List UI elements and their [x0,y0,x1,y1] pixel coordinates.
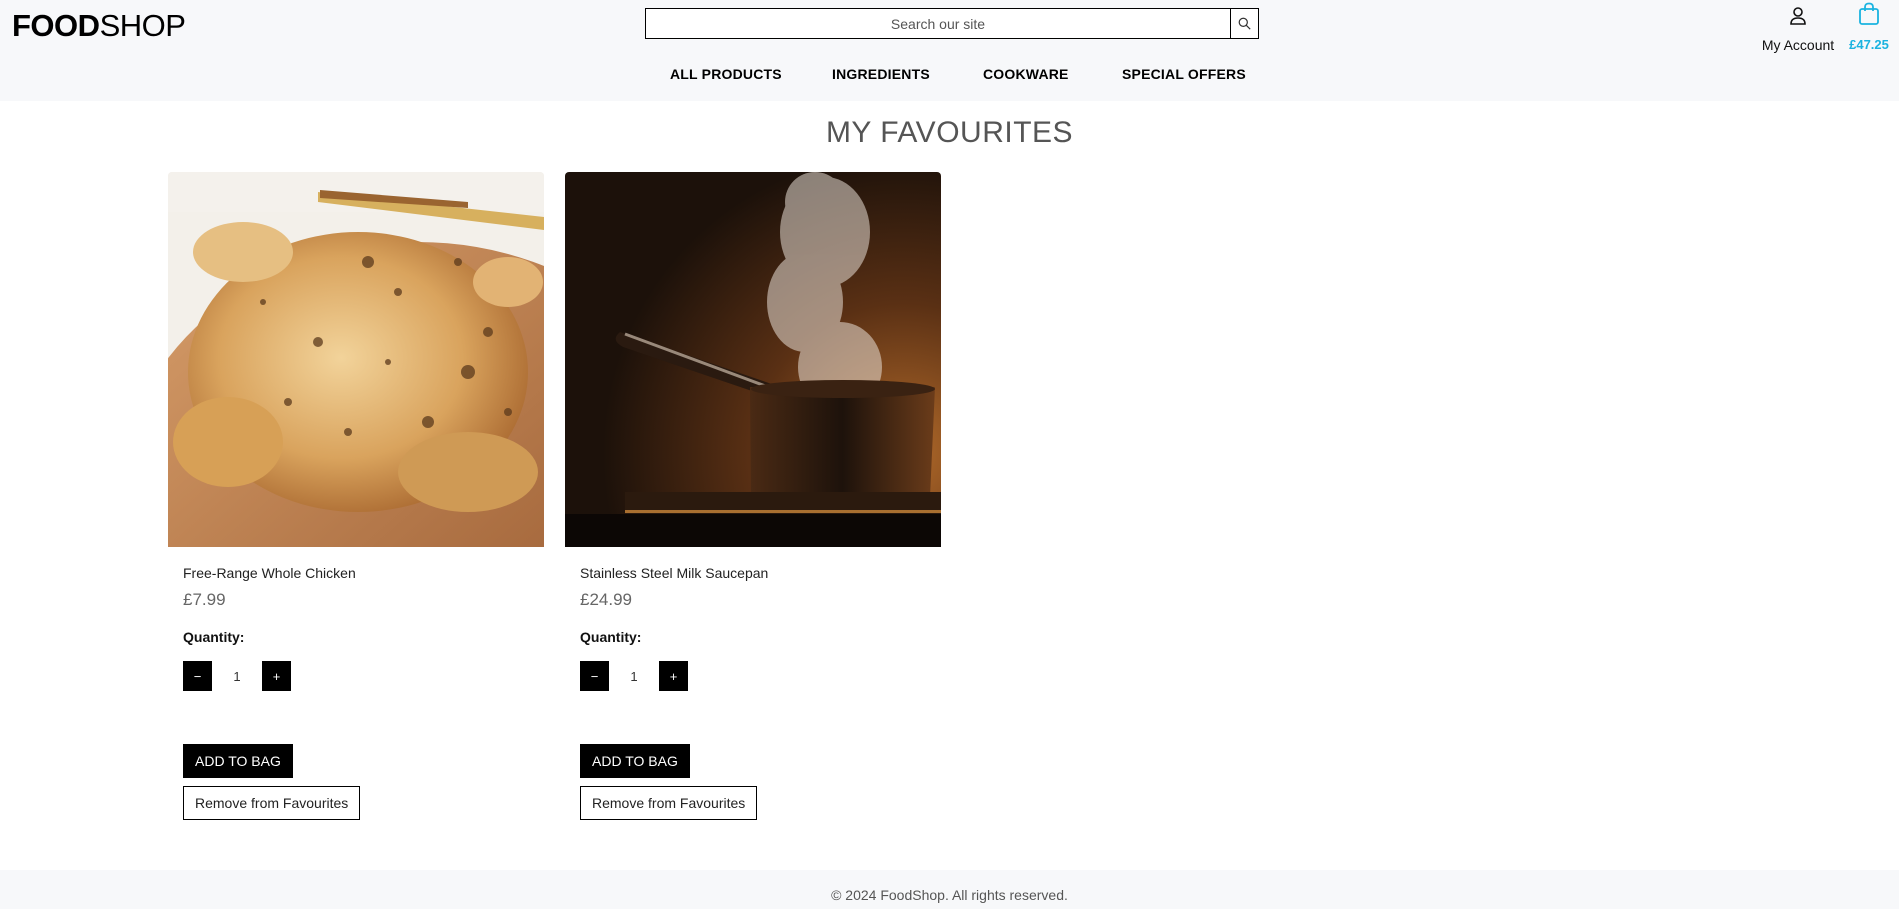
decrement-button[interactable]: − [580,661,609,691]
add-to-bag-button[interactable]: ADD TO BAG [183,744,293,778]
search-input[interactable] [646,9,1230,38]
remove-from-favourites-button[interactable]: Remove from Favourites [580,786,758,820]
decrement-button[interactable]: − [183,661,212,691]
quantity-stepper: − + [580,661,941,691]
quantity-label: Quantity: [183,629,245,645]
bag-total: £47.25 [1849,37,1889,52]
nav-cookware[interactable]: COOKWARE [983,66,1069,82]
site-footer: © 2024 FoodShop. All rights reserved. [0,870,1899,909]
increment-button[interactable]: + [262,661,291,691]
search-button[interactable] [1230,9,1258,38]
shopping-bag-link[interactable]: £47.25 [1843,2,1895,52]
nav-special-offers[interactable]: SPECIAL OFFERS [1122,66,1246,82]
product-name[interactable]: Stainless Steel Milk Saucepan [580,565,941,581]
product-info: Stainless Steel Milk Saucepan £24.99 Qua… [565,565,941,820]
remove-from-favourites-button[interactable]: Remove from Favourites [183,786,361,820]
product-price: £24.99 [580,590,632,609]
steaming-saucepan-photo [565,172,941,547]
nav-ingredients[interactable]: INGREDIENTS [832,66,930,82]
product-price: £7.99 [183,590,226,609]
product-image[interactable] [168,172,544,547]
add-to-bag-button[interactable]: ADD TO BAG [580,744,690,778]
page-title: MY FAVOURITES [825,116,1074,149]
product-image[interactable] [565,172,941,547]
my-account-label: My Account [1761,37,1835,53]
product-name[interactable]: Free-Range Whole Chicken [183,565,544,581]
quantity-label: Quantity: [580,629,642,645]
favourite-product-card: Free-Range Whole Chicken £7.99 Quantity:… [168,172,544,820]
product-info: Free-Range Whole Chicken £7.99 Quantity:… [168,565,544,820]
my-account-link[interactable]: My Account [1756,3,1840,53]
quantity-stepper: − + [183,661,544,691]
quantity-input[interactable] [212,661,262,691]
roast-chicken-photo [168,172,544,547]
site-header: FOODSHOP My Account £47.25 ALL PRODUCTS … [0,0,1899,101]
search-bar [645,8,1259,39]
search-icon [1238,17,1251,30]
site-logo[interactable]: FOODSHOP [12,8,186,44]
main-nav: ALL PRODUCTS INGREDIENTS COOKWARE SPECIA… [0,66,1899,86]
nav-all-products[interactable]: ALL PRODUCTS [670,66,782,82]
copyright-text: © 2024 FoodShop. All rights reserved. [831,887,1068,903]
favourite-product-card: Stainless Steel Milk Saucepan £24.99 Qua… [565,172,941,820]
logo-bold-text: FOOD [12,8,100,43]
shopping-bag-icon [1859,2,1879,25]
logo-light-text: SHOP [99,8,186,43]
increment-button[interactable]: + [659,661,688,691]
quantity-input[interactable] [609,661,659,691]
user-icon [1790,7,1806,25]
